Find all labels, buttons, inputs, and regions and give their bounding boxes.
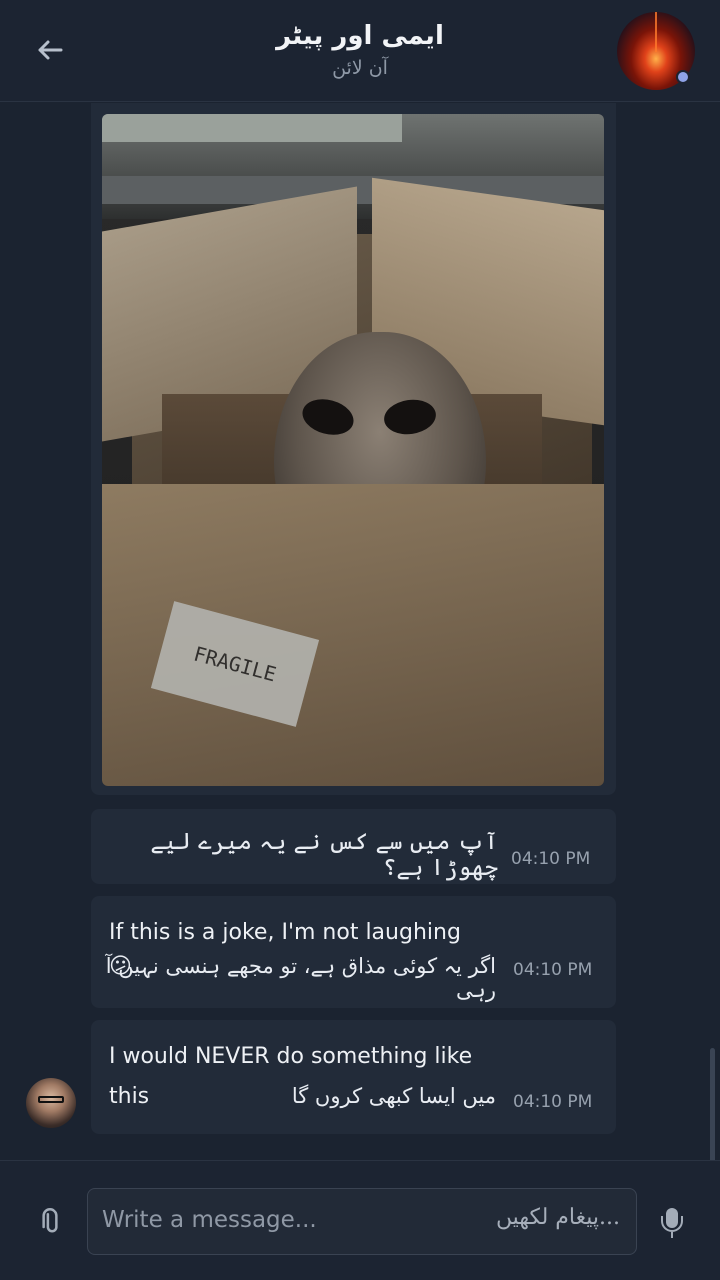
message-time: 04:10 PM (513, 1092, 593, 1112)
message-input[interactable]: Write a message... پیغام لکھیں... (87, 1188, 637, 1255)
message-bubble[interactable]: I would NEVER do something like this میں… (91, 1020, 616, 1134)
message-list: FRAGILE آپ میں سے کس نے یہ میرے لیے چھوڑ… (0, 103, 720, 1163)
message-composer: Write a message... پیغام لکھیں... (0, 1160, 720, 1280)
message-text-english: I would NEVER do something like (109, 1044, 473, 1069)
chat-header: ایمی اور پیٹر آن لائن (0, 0, 720, 102)
message-time: 04:10 PM (513, 960, 593, 980)
image-message[interactable]: FRAGILE (91, 103, 616, 795)
message-photo[interactable]: FRAGILE (102, 114, 604, 786)
message-bubble[interactable]: آپ میں سے کس نے یہ میرے لیے چھوڑا ہے؟ 04… (91, 809, 616, 884)
arrow-left-icon (38, 40, 63, 60)
message-text-urdu: آپ میں سے کس نے یہ میرے لیے چھوڑا ہے؟ (150, 829, 498, 881)
chat-title-block[interactable]: ایمی اور پیٹر آن لائن (200, 18, 520, 82)
message-text-english-cont: this (109, 1084, 150, 1109)
chat-title: ایمی اور پیٹر (276, 21, 444, 51)
message-text-english: If this is a joke, I'm not laughing (109, 920, 461, 945)
microphone-button[interactable] (656, 1204, 688, 1240)
message-time: 04:10 PM (511, 849, 591, 869)
chat-status: آن لائن (332, 57, 388, 79)
message-text-urdu: اگر یہ کوئی مذاق ہے، تو مجھے ہنسی نہیں آ… (105, 954, 496, 1002)
message-text-urdu: میں ایسا کبھی کروں گا (291, 1084, 496, 1108)
scrollbar[interactable] (710, 1048, 715, 1163)
sender-avatar[interactable] (26, 1078, 76, 1128)
back-button[interactable] (30, 30, 70, 70)
input-placeholder-urdu: پیغام لکھیں... (495, 1205, 620, 1230)
paperclip-icon (42, 1208, 58, 1233)
message-bubble[interactable]: If this is a joke, I'm not laughing 😕 اگ… (91, 896, 616, 1008)
attach-button[interactable] (25, 1197, 76, 1248)
online-indicator (676, 70, 690, 84)
input-placeholder: Write a message... (102, 1207, 317, 1233)
